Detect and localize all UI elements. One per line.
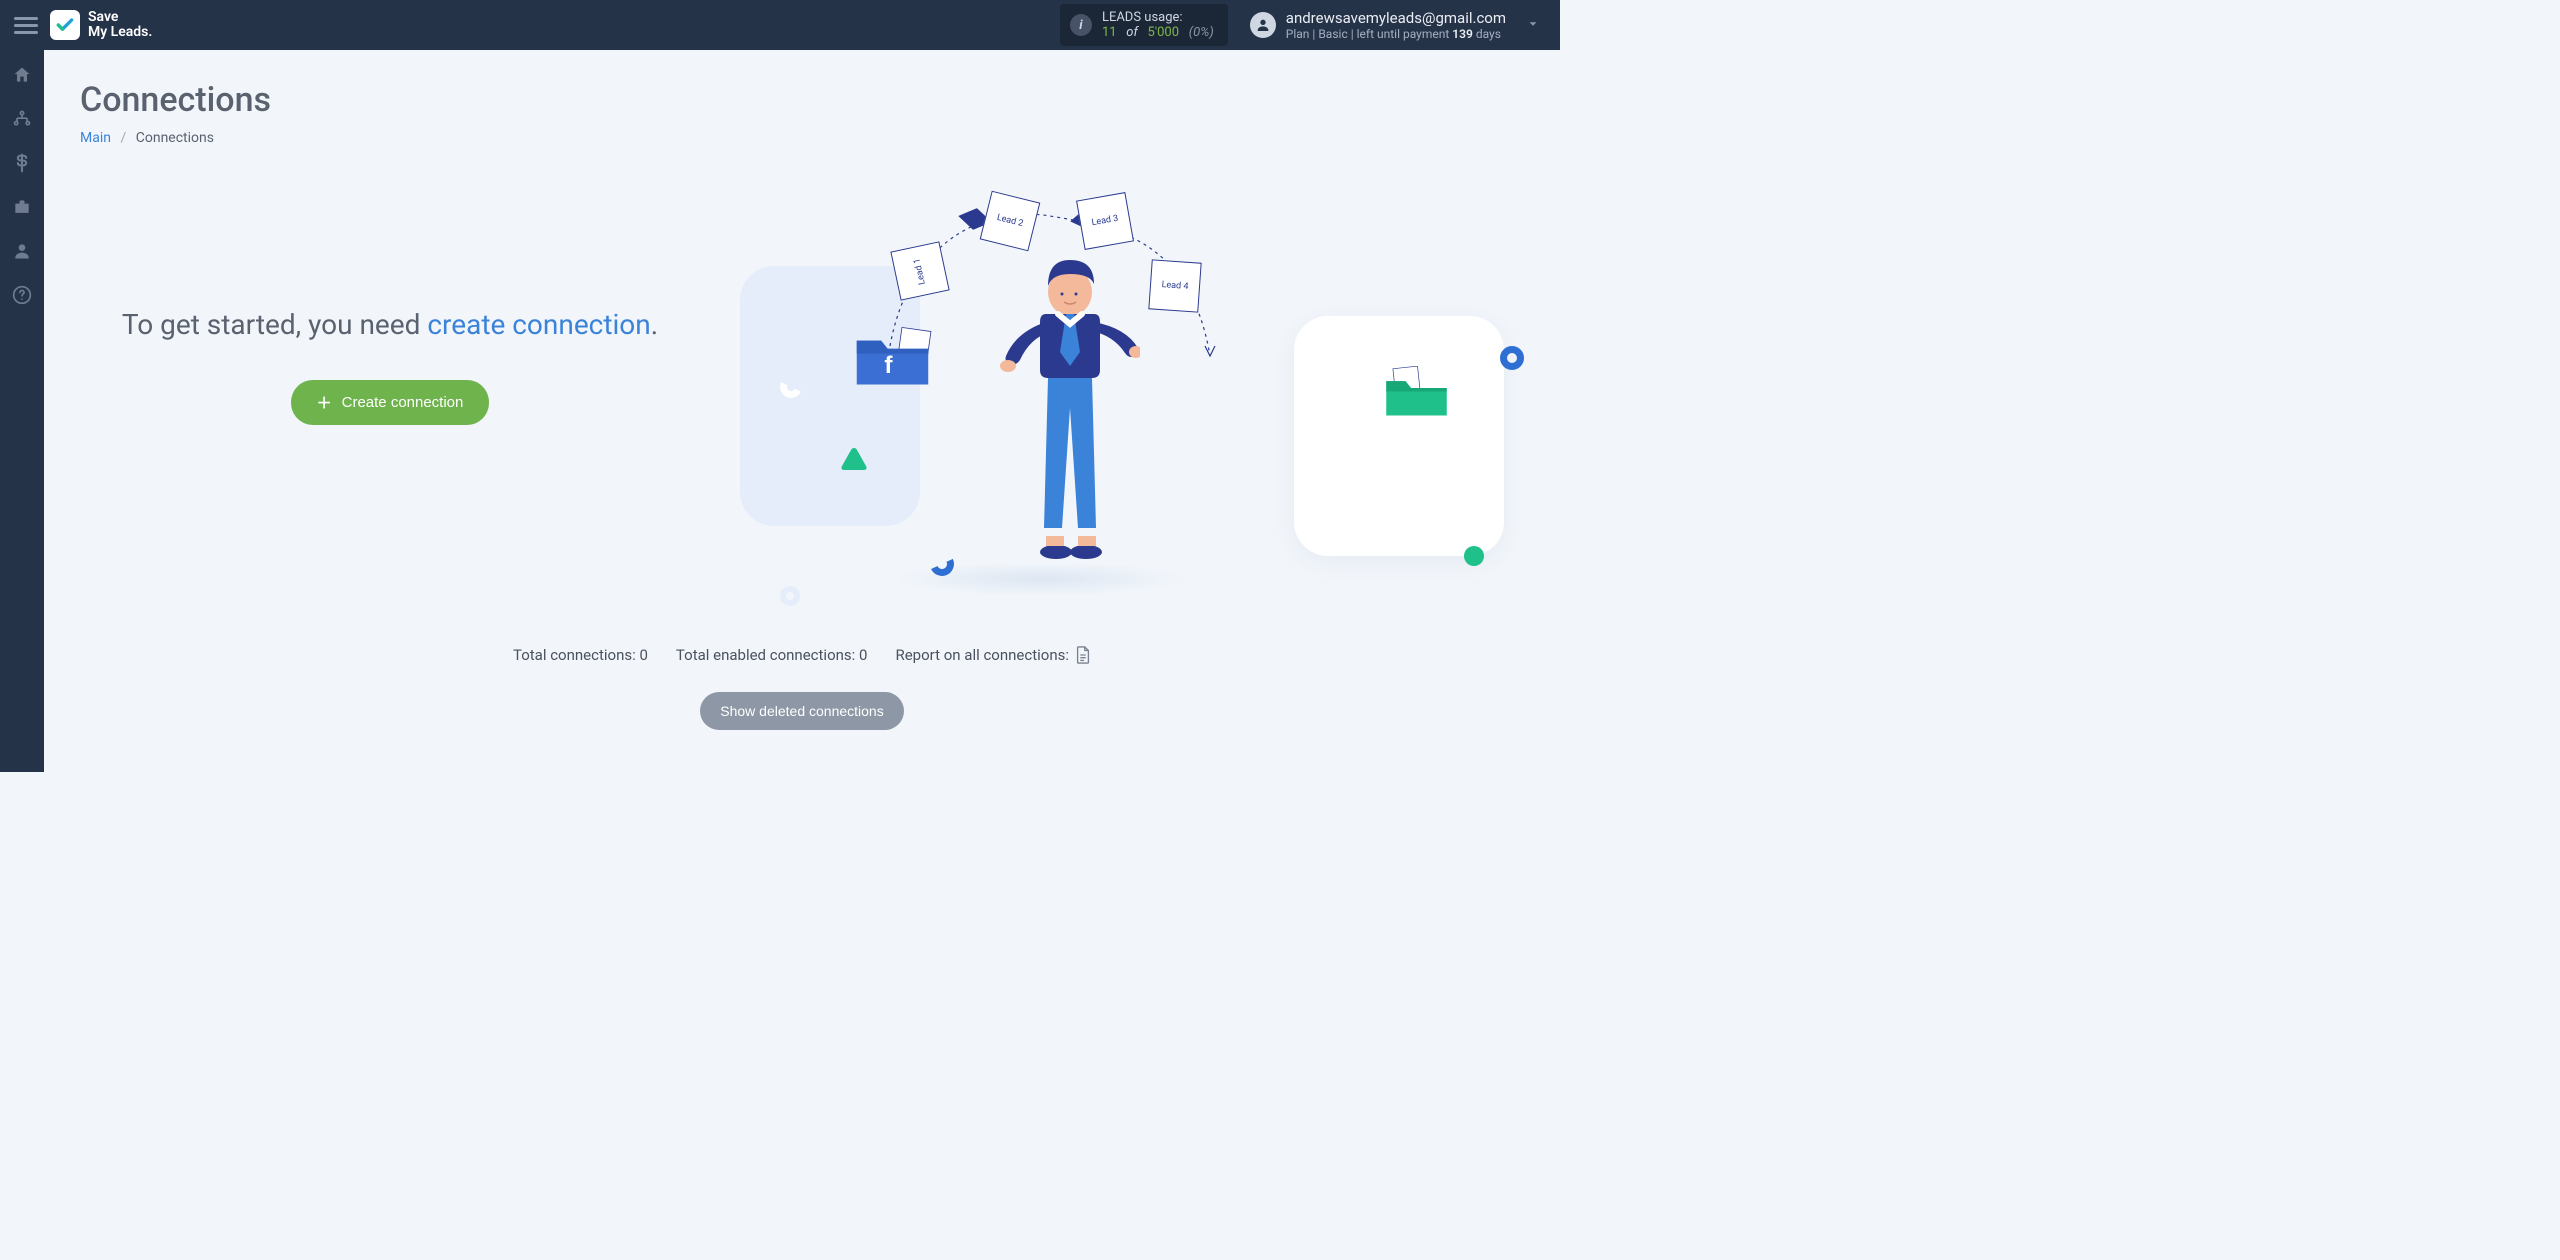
usage-percentage: (0%): [1189, 25, 1214, 40]
hero-create-link[interactable]: create connection: [427, 308, 650, 341]
stat-total: Total connections: 0: [513, 646, 648, 664]
account-email: andrewsavemyleads@gmail.com: [1286, 9, 1506, 27]
breadcrumb-main-link[interactable]: Main: [80, 130, 111, 146]
breadcrumb-current: Connections: [136, 130, 214, 146]
page-title: Connections: [80, 80, 1524, 120]
stat-report: Report on all connections:: [895, 646, 1091, 664]
create-connection-button[interactable]: ＋ Create connection: [291, 380, 490, 425]
account-box[interactable]: andrewsavemyleads@gmail.com Plan | Basic…: [1250, 9, 1506, 41]
leads-usage-box[interactable]: i LEADS usage: 11 of 5'000 (0%): [1060, 4, 1228, 46]
stat-enabled: Total enabled connections: 0: [676, 646, 868, 664]
plan-prefix: Plan |: [1286, 27, 1316, 41]
plan-days-word: days: [1476, 27, 1501, 41]
connections-icon: [12, 109, 32, 129]
lead-card-4: Lead 4: [1148, 259, 1201, 312]
app-logo-text: Save My Leads.: [88, 10, 152, 41]
stat-report-label: Report on all connections:: [895, 646, 1069, 664]
info-icon: i: [1070, 14, 1092, 36]
plan-days: 139: [1452, 27, 1473, 41]
sidebar-item-account[interactable]: [11, 240, 33, 262]
empty-state-illustration: f Lead 1 Lead 2 Lead 3 Lead 4: [740, 186, 1524, 606]
target-folder-icon: [1379, 366, 1454, 421]
plan-name: Basic: [1318, 27, 1347, 41]
usage-limit: 5'000: [1148, 25, 1180, 40]
logo-line1: Save: [88, 10, 152, 25]
stats-row: Total connections: 0 Total enabled conne…: [80, 646, 1524, 664]
stat-total-value: 0: [639, 646, 647, 664]
account-dropdown-toggle[interactable]: [1506, 16, 1546, 35]
usage-current: 11: [1102, 25, 1117, 40]
user-icon: [12, 241, 32, 261]
triangle-decoration-icon: [840, 446, 868, 472]
usage-label: LEADS usage:: [1102, 10, 1214, 25]
create-button-label: Create connection: [342, 394, 464, 411]
sidebar-item-connections[interactable]: [11, 108, 33, 130]
app-logo-icon: [50, 10, 80, 40]
briefcase-icon: [12, 197, 32, 217]
plan-mid: | left until payment: [1351, 27, 1450, 41]
stat-enabled-value: 0: [859, 646, 867, 664]
breadcrumb-separator: /: [120, 130, 126, 146]
report-download-button[interactable]: [1075, 646, 1091, 664]
facebook-folder-icon: f: [850, 326, 935, 391]
logo-line2: My Leads.: [88, 25, 152, 40]
person-illustration: [1000, 256, 1140, 576]
avatar-icon: [1250, 12, 1276, 38]
topbar: Save My Leads. i LEADS usage: 11 of 5'00…: [0, 0, 1560, 50]
breadcrumb: Main / Connections: [80, 130, 1524, 146]
sidebar-item-help[interactable]: [11, 284, 33, 306]
sidebar-item-billing[interactable]: [11, 152, 33, 174]
plus-icon: ＋: [317, 392, 332, 413]
svg-text:f: f: [884, 352, 893, 379]
help-icon: [12, 285, 32, 305]
dollar-icon: [12, 153, 32, 173]
sidebar-item-home[interactable]: [11, 64, 33, 86]
show-deleted-button[interactable]: Show deleted connections: [700, 692, 903, 730]
home-icon: [12, 65, 32, 85]
menu-toggle-button[interactable]: [14, 13, 38, 37]
stat-enabled-label: Total enabled connections:: [676, 646, 855, 664]
stat-total-label: Total connections:: [513, 646, 636, 664]
main-content: Connections Main / Connections To get st…: [44, 50, 1560, 772]
lead-card-2: Lead 2: [980, 191, 1041, 252]
usage-of: of: [1126, 25, 1138, 40]
lead-card-1: Lead 1: [890, 241, 949, 300]
hero-prefix: To get started, you need: [122, 308, 428, 341]
hero-suffix: .: [651, 308, 658, 341]
sidebar: [0, 50, 44, 772]
account-plan: Plan | Basic | left until payment 139 da…: [1286, 27, 1506, 41]
lead-card-3: Lead 3: [1076, 192, 1134, 250]
sidebar-item-briefcase[interactable]: [11, 196, 33, 218]
empty-state-message: To get started, you need create connecti…: [80, 306, 700, 344]
